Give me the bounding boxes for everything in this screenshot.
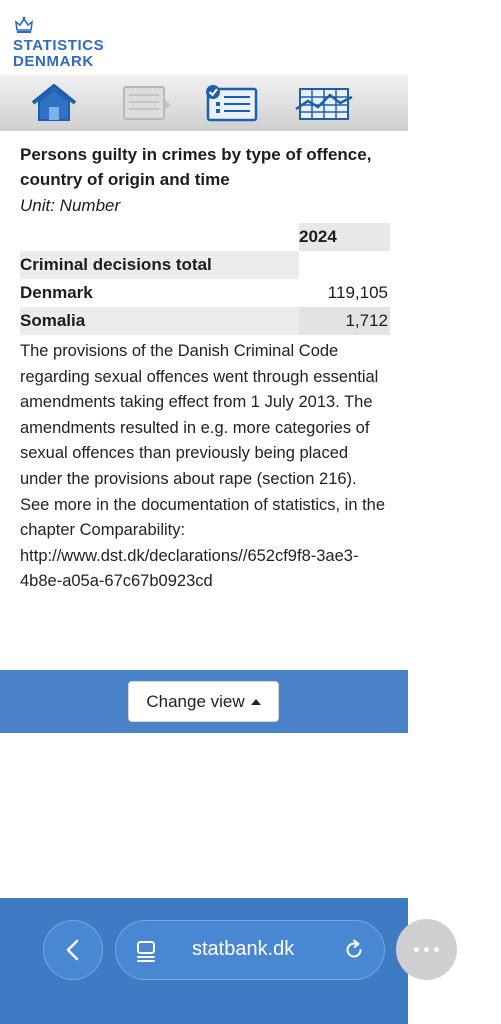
caret-up-icon	[250, 699, 261, 705]
section-label: Criminal decisions total	[20, 251, 299, 279]
header-row: 2024	[20, 223, 390, 251]
table-row: Somalia 1,712	[20, 307, 390, 335]
page-menu-icon	[137, 941, 155, 962]
logo-line-denmark: DENMARK	[13, 53, 94, 70]
change-view-bar: Change view	[0, 670, 408, 733]
more-dot-icon	[434, 947, 439, 952]
address-bar[interactable]: statbank.dk	[115, 920, 385, 980]
toolbar	[0, 75, 408, 131]
table-content: Persons guilty in crimes by type of offe…	[20, 142, 390, 595]
section-row: Criminal decisions total	[20, 251, 390, 279]
back-button[interactable]	[43, 920, 103, 980]
crown-icon	[14, 16, 34, 33]
next-document-button[interactable]	[115, 81, 175, 125]
table-row: Denmark 119,105	[20, 279, 390, 307]
row-label: Somalia	[20, 307, 299, 335]
home-button[interactable]	[24, 81, 84, 125]
url-text: statbank.dk	[192, 938, 295, 960]
section-value	[299, 251, 390, 279]
reload-icon[interactable]	[343, 939, 365, 961]
checklist-icon	[206, 85, 258, 122]
change-view-label: Change view	[146, 691, 245, 711]
document-next-icon	[123, 86, 171, 120]
row-value: 1,712	[299, 307, 390, 335]
more-dot-icon	[424, 947, 429, 952]
table-title: Persons guilty in crimes by type of offe…	[20, 145, 372, 189]
logo-line-statistics: STATISTICS	[13, 37, 105, 54]
unit-label: Unit: Number	[20, 196, 121, 215]
statistics-denmark-logo[interactable]: STATISTICS DENMARK	[13, 16, 104, 70]
header-stub	[20, 223, 299, 251]
chart-table-icon	[295, 88, 353, 120]
home-icon	[31, 84, 77, 121]
change-view-button[interactable]: Change view	[128, 681, 279, 722]
footnote-text: The provisions of the Danish Criminal Co…	[20, 342, 386, 540]
select-variables-button[interactable]	[200, 81, 260, 125]
statbank-page: STATISTICS DENMARK Persons guilty in cri…	[0, 0, 408, 1024]
chevron-left-icon	[66, 939, 79, 961]
column-header-year[interactable]: 2024	[299, 223, 390, 251]
row-value: 119,105	[327, 283, 388, 302]
row-label: Denmark	[20, 283, 93, 302]
more-options-button[interactable]	[396, 919, 457, 980]
table-chart-view-button[interactable]	[294, 81, 354, 125]
data-table: 2024 Criminal decisions total Denmark 11…	[20, 223, 390, 335]
more-dot-icon	[414, 947, 419, 952]
documentation-link[interactable]: http://www.dst.dk/declarations//652cf9f8…	[20, 544, 390, 595]
